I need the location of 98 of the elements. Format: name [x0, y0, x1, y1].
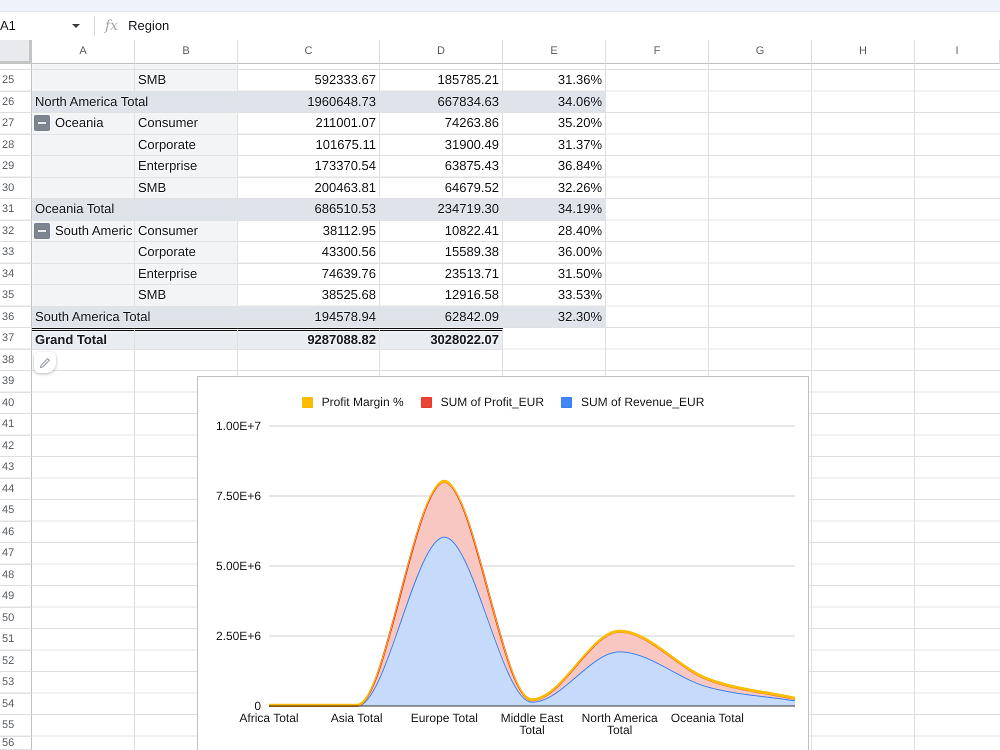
- x-axis-label: Asia Total: [330, 712, 383, 724]
- legend-label: SUM of Revenue_EUR: [581, 395, 704, 409]
- group-label: South Americ: [55, 222, 132, 240]
- table-cell[interactable]: Corporate: [135, 134, 238, 156]
- table-cell[interactable]: 31.50%: [503, 264, 606, 285]
- table-cell[interactable]: 3028022.07: [380, 328, 503, 350]
- column-header[interactable]: C: [238, 40, 380, 64]
- table-cell[interactable]: North America Total: [32, 92, 238, 113]
- column-header[interactable]: G: [709, 40, 812, 64]
- row-number[interactable]: 51: [0, 629, 32, 650]
- table-cell[interactable]: 36.84%: [503, 156, 606, 178]
- table-cell[interactable]: 194578.94: [238, 306, 380, 328]
- table-cell[interactable]: 1960648.73: [238, 92, 380, 113]
- table-cell[interactable]: Grand Total: [32, 328, 135, 350]
- table-cell[interactable]: 31.37%: [503, 134, 606, 156]
- table-cell[interactable]: 173370.54: [238, 156, 380, 178]
- table-cell[interactable]: 28.40%: [503, 220, 606, 242]
- x-axis-label: Africa Total: [239, 712, 299, 724]
- table-cell[interactable]: Oceania: [32, 113, 135, 134]
- row-number[interactable]: 45: [0, 500, 32, 522]
- table-cell[interactable]: 63875.43: [380, 156, 503, 178]
- table-cell[interactable]: 38112.95: [238, 220, 380, 242]
- row-number[interactable]: 53: [0, 672, 32, 694]
- row-number[interactable]: 52: [0, 650, 32, 672]
- row-number[interactable]: 49: [0, 586, 32, 608]
- row-number[interactable]: 43: [0, 457, 32, 478]
- table-cell[interactable]: 211001.07: [238, 113, 380, 134]
- column-header[interactable]: B: [135, 40, 238, 64]
- y-axis-label: 7.50E+6: [216, 489, 261, 503]
- column-header[interactable]: I: [915, 40, 1000, 64]
- select-all-corner[interactable]: [0, 40, 32, 64]
- table-cell[interactable]: 62842.09: [380, 306, 503, 328]
- collapse-icon[interactable]: [34, 222, 50, 239]
- y-axis-label: 1.00E+7: [216, 419, 261, 433]
- table-cell[interactable]: 36.00%: [503, 242, 606, 264]
- table-cell[interactable]: 234719.30: [380, 199, 503, 220]
- table-cell[interactable]: 23513.71: [380, 264, 503, 285]
- table-cell[interactable]: 43300.56: [238, 242, 380, 264]
- x-axis-label: Europe Total: [410, 712, 478, 724]
- name-box[interactable]: A1: [0, 14, 84, 38]
- column-header[interactable]: F: [606, 40, 709, 64]
- table-cell[interactable]: 34.19%: [503, 199, 606, 220]
- table-cell[interactable]: 35.20%: [503, 113, 606, 134]
- row-number[interactable]: 47: [0, 543, 32, 564]
- collapse-icon[interactable]: [34, 115, 50, 132]
- row-number[interactable]: 38: [0, 350, 32, 371]
- column-header[interactable]: D: [380, 40, 503, 64]
- table-cell[interactable]: Enterprise: [135, 264, 238, 285]
- pencil-icon: [39, 356, 51, 368]
- x-axis-label: Middle East Total: [500, 712, 564, 736]
- table-cell[interactable]: 686510.53: [238, 199, 380, 220]
- table-cell[interactable]: 74263.86: [380, 113, 503, 134]
- table-cell[interactable]: Consumer: [135, 113, 238, 134]
- group-label: Oceania: [55, 114, 104, 132]
- row-number[interactable]: 41: [0, 414, 32, 436]
- table-cell[interactable]: SMB: [135, 178, 238, 199]
- y-axis-label: 2.50E+6: [216, 629, 261, 643]
- legend-label: SUM of Profit_EUR: [440, 395, 544, 409]
- column-header[interactable]: A: [32, 40, 135, 64]
- row-number[interactable]: 40: [0, 392, 32, 414]
- x-axis-label: North America Total: [580, 712, 659, 736]
- row-number[interactable]: 50: [0, 608, 32, 629]
- table-cell[interactable]: South America Total: [32, 306, 238, 328]
- table-cell[interactable]: 10822.41: [380, 220, 503, 242]
- row-number[interactable]: 54: [0, 694, 32, 715]
- table-cell[interactable]: 9287088.82: [238, 328, 380, 350]
- column-header[interactable]: H: [812, 40, 915, 64]
- table-cell[interactable]: SMB: [135, 70, 238, 92]
- table-cell[interactable]: [135, 328, 238, 350]
- x-axis-label: Oceania Total: [670, 712, 744, 724]
- row-number[interactable]: 55: [0, 715, 32, 736]
- table-cell[interactable]: 74639.76: [238, 264, 380, 285]
- caret-icon[interactable]: [72, 24, 80, 28]
- table-cell[interactable]: Oceania Total: [32, 199, 135, 220]
- table-cell[interactable]: 34.06%: [503, 92, 606, 113]
- row-number[interactable]: 46: [0, 522, 32, 543]
- table-cell[interactable]: SMB: [135, 285, 238, 306]
- table-cell[interactable]: Enterprise: [135, 156, 238, 178]
- row-number[interactable]: 44: [0, 478, 32, 500]
- table-cell[interactable]: 32.30%: [503, 306, 606, 328]
- table-cell[interactable]: Consumer: [135, 220, 238, 242]
- table-cell[interactable]: 101675.11: [238, 134, 380, 156]
- table-cell[interactable]: Corporate: [135, 242, 238, 264]
- row-number[interactable]: 39: [0, 371, 32, 392]
- table-cell[interactable]: 15589.38: [380, 242, 503, 264]
- table-cell[interactable]: South Americ: [32, 220, 135, 242]
- row-number[interactable]: 56: [0, 736, 32, 750]
- formula-input[interactable]: Region: [128, 14, 1000, 38]
- function-label: fx: [105, 19, 118, 33]
- edit-button[interactable]: [34, 352, 56, 373]
- row-number[interactable]: 48: [0, 564, 32, 586]
- column-header[interactable]: E: [503, 40, 606, 64]
- table-cell[interactable]: 667834.63: [380, 92, 503, 113]
- y-axis-label: 0: [254, 699, 261, 713]
- legend-label: Profit Margin %: [322, 395, 404, 409]
- row-number[interactable]: 42: [0, 436, 32, 457]
- y-axis-label: 5.00E+6: [216, 559, 261, 573]
- table-cell[interactable]: 31900.49: [380, 134, 503, 156]
